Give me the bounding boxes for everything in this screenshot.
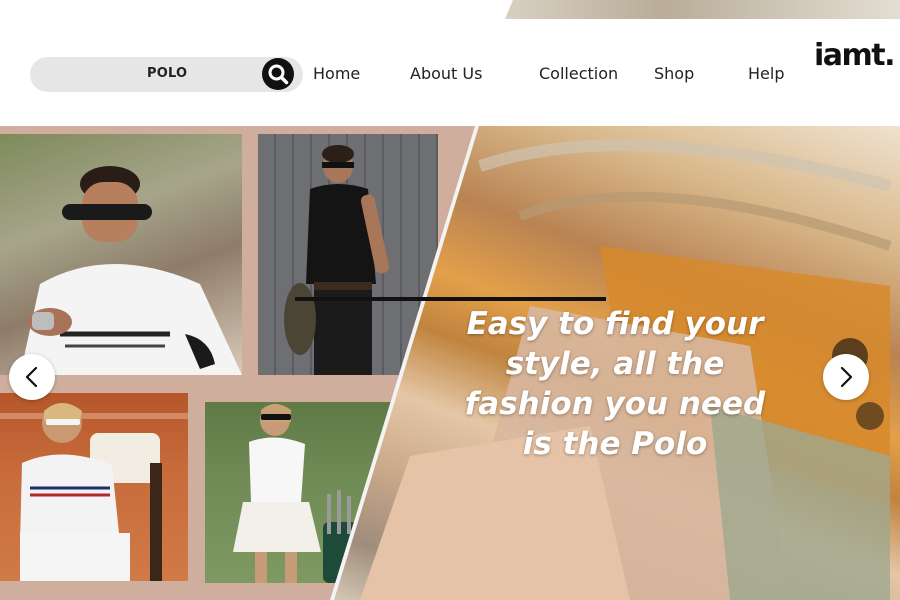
nav-help[interactable]: Help	[748, 64, 784, 83]
carousel-next-button[interactable]	[823, 354, 869, 400]
headline-rule	[295, 297, 606, 301]
nav-collection[interactable]: Collection	[539, 64, 618, 83]
search-input[interactable]: POLO	[147, 66, 187, 81]
nav-about-us[interactable]: About Us	[410, 64, 482, 83]
hero-headline: Easy to find your style, all the fashion…	[464, 306, 766, 462]
chevron-right-icon	[840, 366, 853, 388]
top-decorative-strip	[505, 0, 900, 19]
carousel-prev-button[interactable]	[9, 354, 55, 400]
nav-home[interactable]: Home	[313, 64, 360, 83]
collage-photo-man-sunglasses	[0, 134, 242, 375]
search-icon	[268, 64, 289, 85]
collage-photo-woman-tennis	[0, 393, 188, 581]
brand-logo[interactable]: iamt.	[814, 38, 896, 73]
hero-banner: Easy to find your style, all the fashion…	[0, 126, 900, 600]
nav-shop[interactable]: Shop	[654, 64, 694, 83]
chevron-left-icon	[25, 366, 38, 388]
search-button[interactable]	[262, 58, 294, 90]
